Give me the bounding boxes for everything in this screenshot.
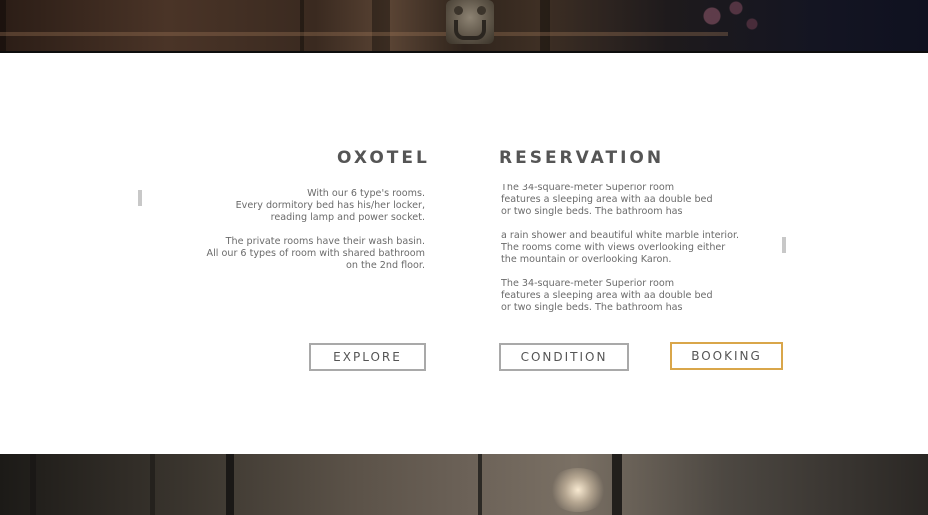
text-line: Every dormitory bed has his/her locker, bbox=[235, 200, 425, 211]
text-line: All our 6 types of room with shared bath… bbox=[206, 248, 425, 259]
text-line: the mountain or overlooking Karon. bbox=[501, 254, 672, 265]
blossom-decoration bbox=[688, 0, 768, 40]
left-scrollbar[interactable] bbox=[138, 190, 142, 206]
drawer-handle-image bbox=[446, 0, 494, 44]
text-line: a rain shower and beautiful white marble… bbox=[501, 230, 740, 241]
right-scrollbar[interactable] bbox=[782, 237, 786, 253]
oxotel-description: With our 6 type's rooms. Every dormitory… bbox=[160, 188, 425, 272]
text-line: The 34-square-meter Superior room bbox=[501, 278, 675, 289]
condition-button[interactable]: CONDITION bbox=[499, 343, 629, 371]
text-line: or two single beds. The bathroom has bbox=[501, 206, 683, 217]
header-photo bbox=[0, 0, 928, 53]
text-line: The 34-square-meter Superior room bbox=[501, 184, 675, 193]
text-line: features a sleeping area with aa double … bbox=[501, 290, 713, 301]
booking-button[interactable]: BOOKING bbox=[670, 342, 783, 370]
text-line: The private rooms have their wash basin. bbox=[225, 236, 425, 247]
text-line: With our 6 type's rooms. bbox=[307, 188, 425, 199]
text-line: features a sleeping area with aa double … bbox=[501, 194, 713, 205]
explore-button[interactable]: EXPLORE bbox=[309, 343, 426, 371]
lamp-light bbox=[548, 468, 608, 512]
text-line: or two single beds. The bathroom has bbox=[501, 302, 683, 313]
text-line: reading lamp and power socket. bbox=[270, 212, 425, 223]
reservation-title: RESERVATION bbox=[499, 148, 665, 168]
text-line: The rooms come with views overlooking ei… bbox=[501, 242, 726, 253]
footer-photo bbox=[0, 454, 928, 515]
oxotel-title: OXOTEL bbox=[337, 148, 430, 168]
reservation-description-scrollarea[interactable]: The 34-square-meter Superior room featur… bbox=[501, 184, 771, 314]
text-line: on the 2nd floor. bbox=[345, 260, 425, 271]
